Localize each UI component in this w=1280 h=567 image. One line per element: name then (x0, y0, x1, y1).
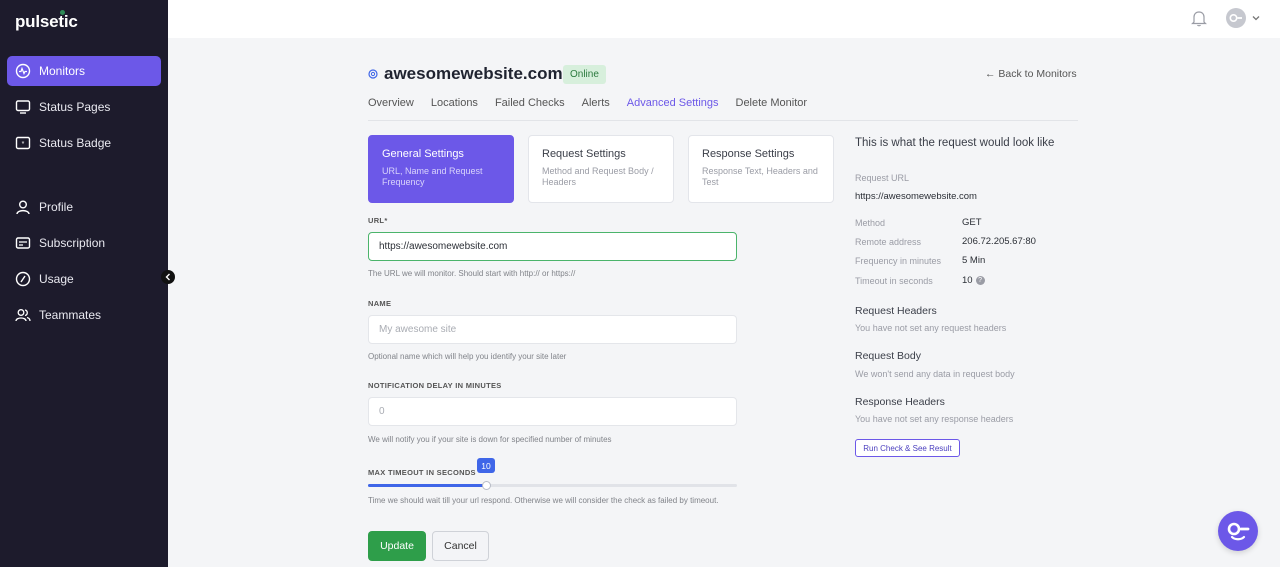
card-subtitle: Method and Request Body / Headers (542, 166, 654, 187)
frequency-value: 5 Min (962, 255, 986, 266)
globe-icon (368, 69, 378, 79)
url-input[interactable] (368, 232, 737, 261)
chevron-down-icon[interactable] (1251, 13, 1261, 23)
monitor-icon (15, 99, 31, 115)
card-title: Request Settings (542, 148, 626, 160)
frequency-key: Frequency in minutes (855, 256, 942, 266)
response-headers-subtitle: You have not set any response headers (855, 414, 1014, 424)
timeout-value-row: 10? (962, 275, 985, 286)
notification-delay-input[interactable] (368, 397, 737, 426)
help-icon[interactable]: ? (975, 275, 985, 285)
user-icon (15, 199, 31, 215)
general-settings-card[interactable]: General Settings URL, Name and Request F… (368, 135, 514, 203)
tab-delete-monitor[interactable]: Delete Monitor (736, 97, 808, 109)
card-icon (15, 235, 31, 251)
logo-dot (60, 10, 65, 15)
sidebar-collapse-button[interactable] (161, 270, 175, 284)
sidebar-item-usage[interactable]: Usage (7, 264, 161, 294)
sidebar-item-teammates[interactable]: Teammates (7, 300, 161, 330)
sidebar-item-label: Teammates (39, 308, 102, 322)
sidebar-item-status-pages[interactable]: Status Pages (7, 92, 161, 122)
max-timeout-help-text: Time we should wait till your url respon… (368, 496, 719, 505)
sidebar: pulsetic Monitors Status Pages * Status … (0, 0, 168, 567)
cancel-button[interactable]: Cancel (432, 531, 489, 561)
notification-delay-label: NOTIFICATION DELAY IN MINUTES (368, 381, 502, 390)
sidebar-item-label: Status Badge (39, 136, 112, 150)
sidebar-item-monitors[interactable]: Monitors (7, 56, 161, 86)
method-value: GET (962, 217, 982, 228)
preview-title: This is what the request would look like (855, 137, 1055, 149)
sidebar-item-label: Subscription (39, 236, 106, 250)
notification-delay-help-text: We will notify you if your site is down … (368, 435, 612, 444)
tab-overview[interactable]: Overview (368, 97, 414, 109)
request-body-subtitle: We won't send any data in request body (855, 369, 1015, 379)
user-avatar-icon (1229, 14, 1242, 23)
status-badge: Online (563, 65, 606, 84)
card-title: Response Settings (702, 148, 795, 160)
request-url-value: https://awesomewebsite.com (855, 191, 977, 202)
sidebar-item-label: Status Pages (39, 100, 111, 114)
card-subtitle: Response Text, Headers and Test (702, 166, 818, 187)
slider-value-tooltip: 10 (477, 458, 495, 473)
url-label: URL* (368, 216, 388, 225)
tab-advanced-settings[interactable]: Advanced Settings (627, 97, 719, 109)
back-to-monitors-link[interactable]: ← Back to Monitors (985, 68, 1077, 80)
sidebar-item-subscription[interactable]: Subscription (7, 228, 161, 258)
tab-failed-checks[interactable]: Failed Checks (495, 97, 565, 109)
sidebar-item-status-badge[interactable]: * Status Badge (7, 128, 161, 158)
request-url-key: Request URL (855, 173, 910, 183)
page-title: awesomewebsite.com (384, 64, 563, 83)
request-settings-card[interactable]: Request Settings Method and Request Body… (528, 135, 674, 203)
remote-address-key: Remote address (855, 237, 922, 247)
request-headers-title: Request Headers (855, 305, 937, 317)
svg-text:*: * (22, 141, 25, 148)
request-headers-subtitle: You have not set any request headers (855, 323, 1007, 333)
avatar[interactable] (1226, 8, 1246, 28)
update-button[interactable]: Update (368, 531, 426, 561)
sidebar-item-label: Profile (39, 200, 74, 214)
tabs-divider (368, 120, 1078, 121)
timeout-value: 10 (962, 275, 973, 286)
method-key: Method (855, 218, 886, 228)
tab-locations[interactable]: Locations (431, 97, 478, 109)
topbar (168, 0, 1280, 38)
chat-icon (1227, 522, 1250, 541)
url-help-text: The URL we will monitor. Should start wi… (368, 269, 576, 278)
card-subtitle: URL, Name and Request Frequency (382, 166, 483, 187)
card-title: General Settings (382, 148, 464, 160)
gauge-icon (15, 271, 31, 287)
sidebar-item-label: Usage (39, 272, 74, 286)
pulse-icon (15, 63, 31, 79)
run-check-button[interactable]: Run Check & See Result (855, 439, 960, 457)
app-logo[interactable]: pulsetic (15, 12, 78, 32)
chevron-left-icon (165, 273, 170, 281)
sidebar-item-profile[interactable]: Profile (7, 192, 161, 222)
bell-icon[interactable] (1191, 9, 1207, 27)
name-label: NAME (368, 299, 392, 308)
badge-icon: * (15, 135, 31, 151)
sidebar-item-label: Monitors (39, 64, 86, 78)
name-input[interactable] (368, 315, 737, 344)
request-body-title: Request Body (855, 350, 921, 362)
tab-alerts[interactable]: Alerts (582, 97, 610, 109)
response-headers-title: Response Headers (855, 396, 945, 408)
slider-thumb[interactable] (482, 481, 491, 490)
response-settings-card[interactable]: Response Settings Response Text, Headers… (688, 135, 834, 203)
max-timeout-slider[interactable]: 10 (368, 458, 737, 490)
tab-bar: Overview Locations Failed Checks Alerts … (368, 97, 824, 109)
name-help-text: Optional name which will help you identi… (368, 352, 567, 361)
timeout-key: Timeout in seconds (855, 276, 933, 286)
slider-fill (368, 484, 486, 487)
remote-address-value: 206.72.205.67:80 (962, 236, 1036, 247)
chat-support-button[interactable] (1218, 511, 1258, 551)
max-timeout-label: MAX TIMEOUT IN SECONDS (368, 468, 476, 477)
users-icon (15, 307, 31, 323)
